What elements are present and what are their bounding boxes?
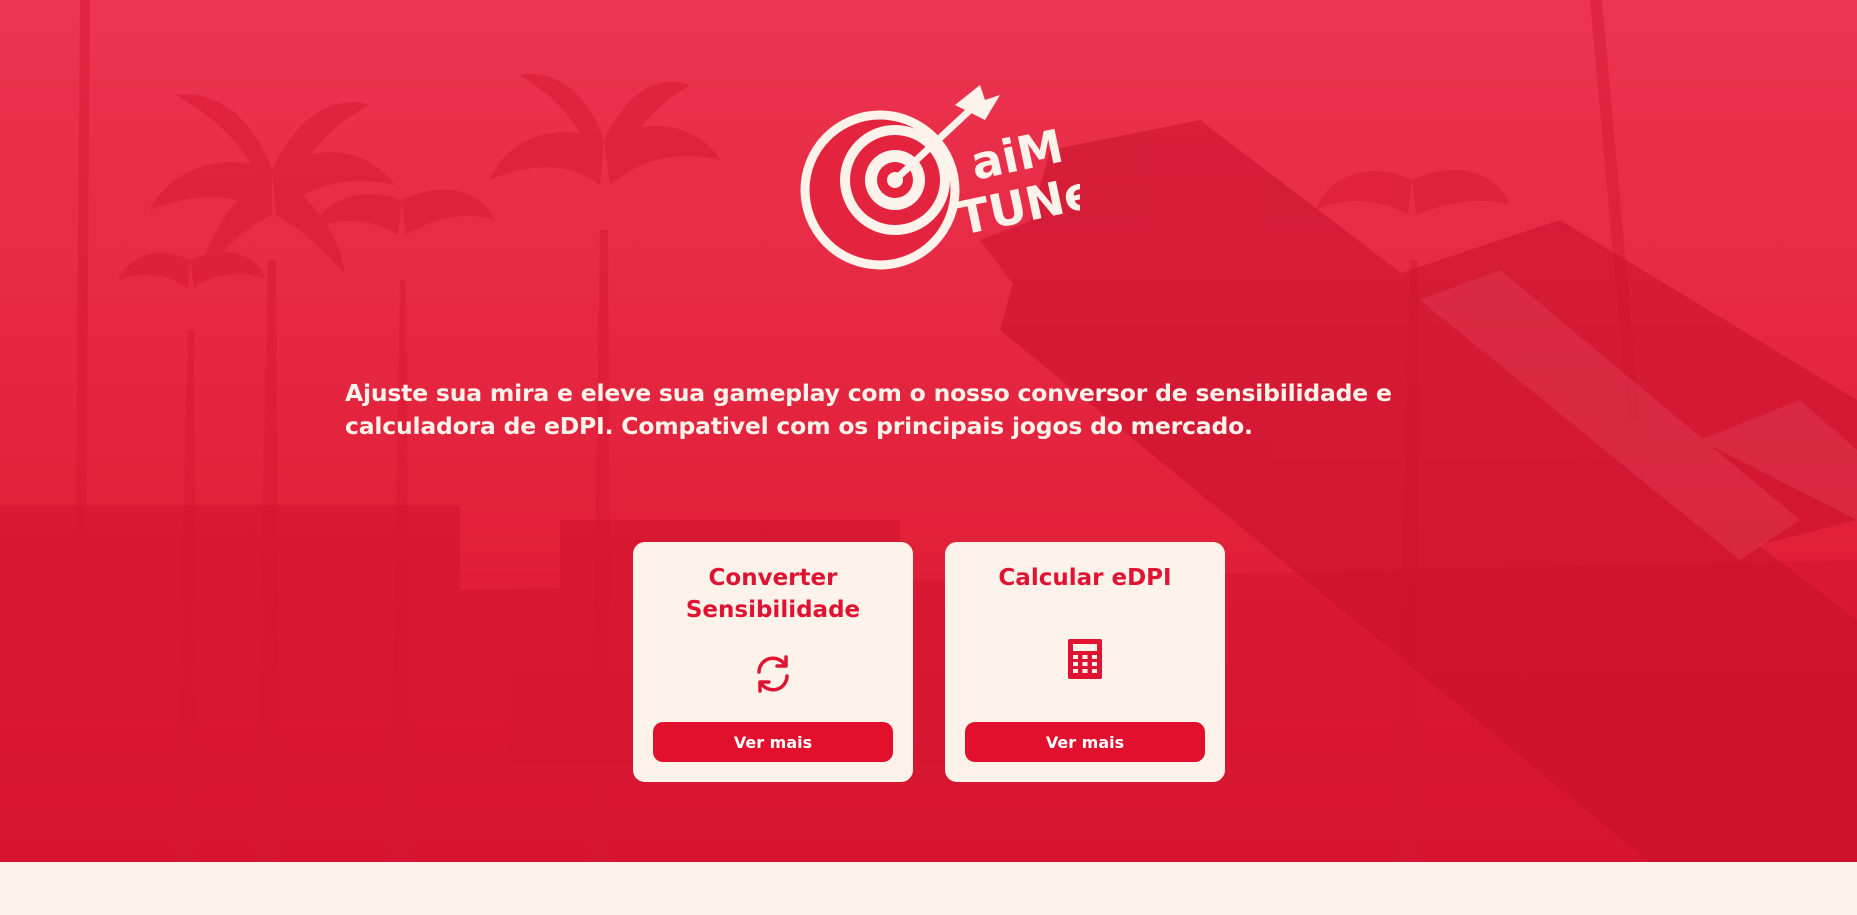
calculator-icon <box>1068 639 1102 679</box>
hero-tagline: Ajuste sua mira e eleve sua gameplay com… <box>345 379 1392 440</box>
convert-sensitivity-title: Converter Sensibilidade <box>685 565 861 623</box>
next-section <box>0 862 1857 915</box>
convert-sensitivity-card: Converter Sensibilidade Ver mais <box>633 542 913 782</box>
aimtune-logo: aiM TUNe <box>800 85 1080 270</box>
convert-sensitivity-see-more-button[interactable]: Ver mais <box>653 722 893 762</box>
calculate-edpi-card: Calcular eDPI Ver mais <box>945 542 1225 782</box>
calculate-edpi-see-more-button[interactable]: Ver mais <box>965 722 1205 762</box>
hero-section: aiM TUNe Ajuste sua mira e eleve sua gam… <box>0 0 1857 862</box>
refresh-icon <box>757 655 789 693</box>
calculate-edpi-title: Calcular eDPI <box>998 565 1172 591</box>
